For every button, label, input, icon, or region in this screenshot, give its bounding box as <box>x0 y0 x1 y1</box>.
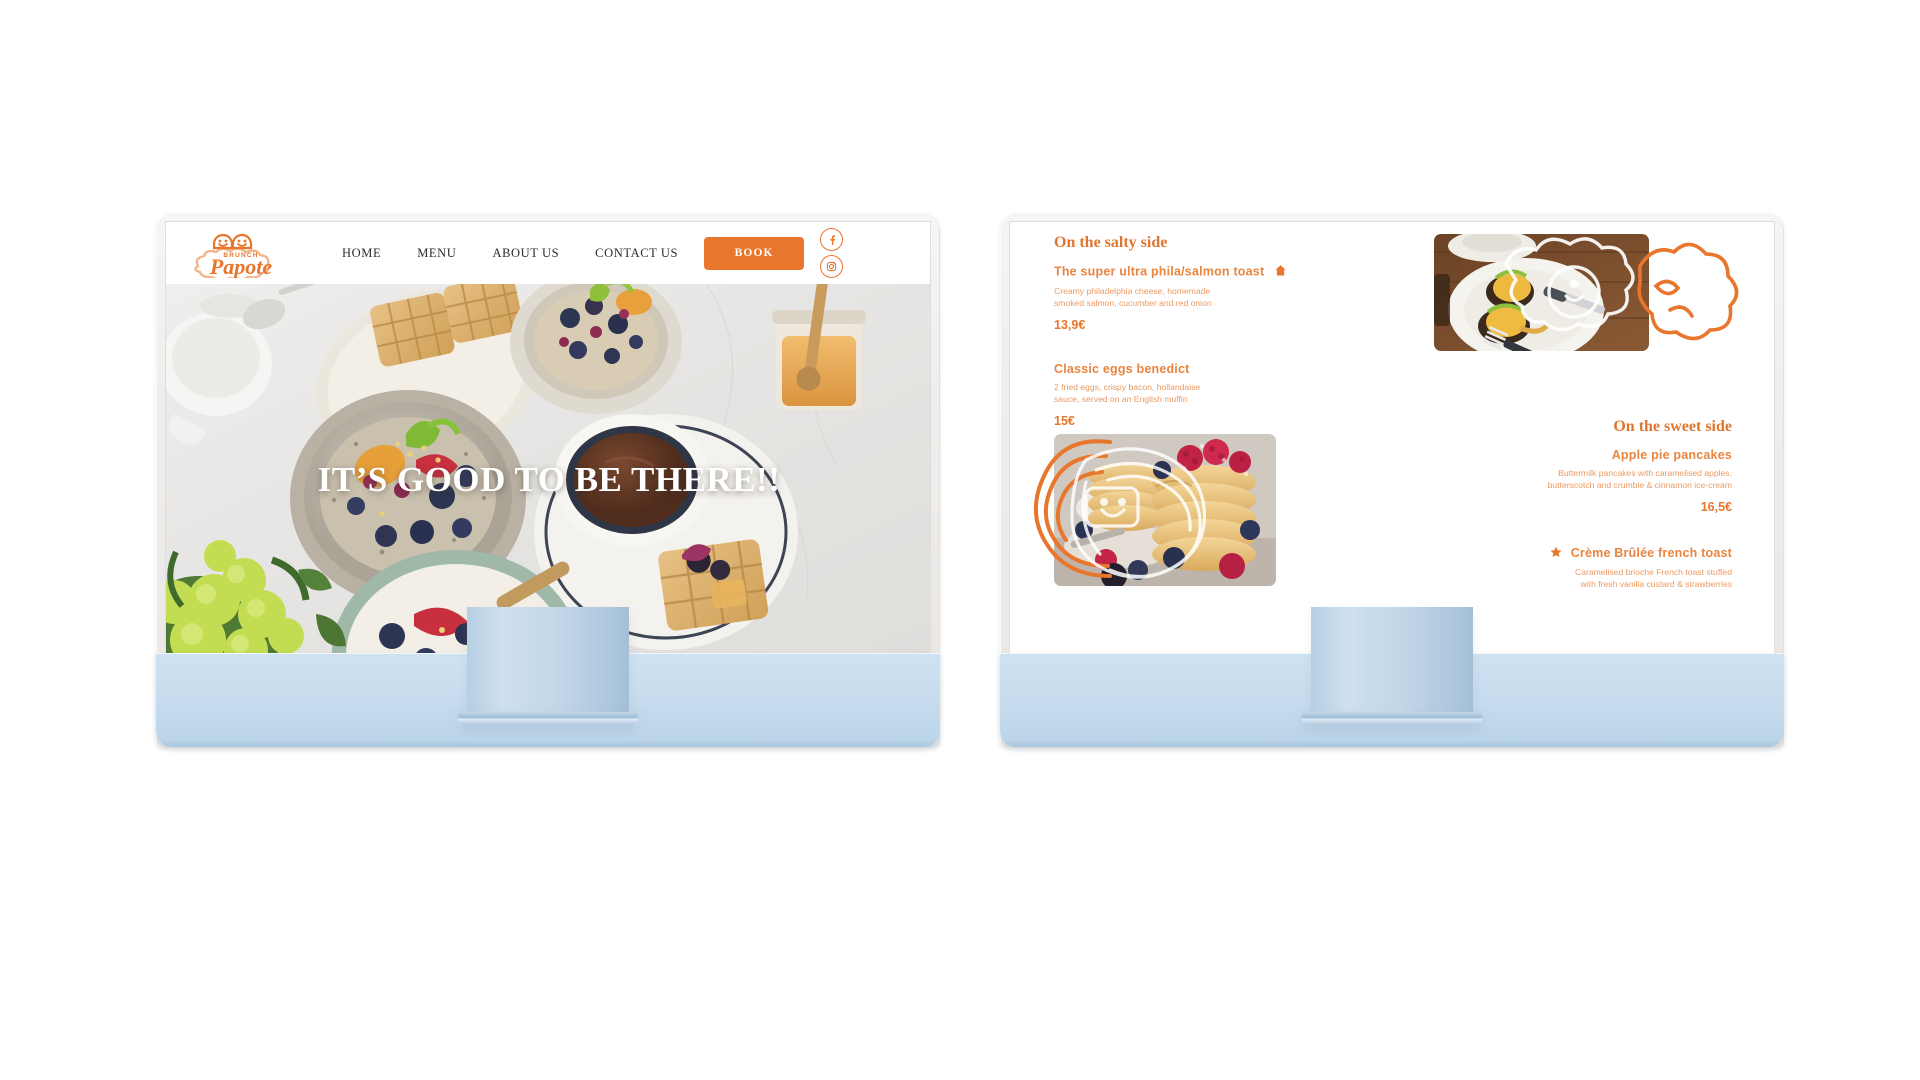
menu-item-description: Buttermilk pancakes with caramelised app… <box>1372 467 1732 491</box>
menu-item-price: 15€ <box>1054 414 1075 429</box>
monitor-stand-neck-right <box>1311 607 1473 719</box>
section-heading-sweet: On the sweet side <box>1613 418 1732 435</box>
imac-right: On the salty side The super ultra phila/… <box>1000 212 1784 747</box>
menu-item-description: Caramelised brioche French toast stuffed… <box>1372 566 1732 590</box>
screen-right: On the salty side The super ultra phila/… <box>1009 221 1775 653</box>
menu-item-title: Crème Brûlée french toast <box>1570 546 1732 560</box>
instagram-icon[interactable] <box>820 255 844 278</box>
menu-item-desc-line-1: 2 fried eggs, crispy bacon, hollandaise <box>1054 382 1201 392</box>
screen-left: BRUNCH Papote HOME MENU ABOUT US CONTACT… <box>165 221 931 653</box>
menu-item-desc-line-2: with fresh vanilla custard & strawberrie… <box>1580 579 1732 590</box>
logo-name-text: Papote <box>209 254 273 278</box>
menu-item-desc-line-1: Caramelised brioche French toast stuffed <box>1575 567 1732 577</box>
facebook-icon[interactable] <box>820 228 844 251</box>
menu-item-name: Crème Brûlée french toast <box>1372 546 1732 561</box>
menu-item-price: 16,5€ <box>1700 500 1732 515</box>
menu-item-desc-line-2: smoked salmon, cucumber and red onion <box>1054 298 1212 309</box>
monitor-stand-foot-left <box>458 712 638 724</box>
menu-item-desc-line-1: Buttermilk pancakes with caramelised app… <box>1558 468 1732 478</box>
imac-left: BRUNCH Papote HOME MENU ABOUT US CONTACT… <box>156 212 940 747</box>
section-heading-salty: On the salty side <box>1054 234 1168 251</box>
nav-links: HOME MENU ABOUT US CONTACT US <box>342 246 678 261</box>
menu-item-name: Apple pie pancakes <box>1611 448 1732 462</box>
menu-page: On the salty side The super ultra phila/… <box>1010 222 1774 653</box>
nav-link-menu[interactable]: MENU <box>417 246 456 261</box>
house-icon <box>1274 264 1287 280</box>
menu-item-creme-brulee-french-toast[interactable]: Crème Brûlée french toast Caramelised br… <box>1372 546 1732 590</box>
book-button[interactable]: BOOK <box>704 236 805 270</box>
logo[interactable]: BRUNCH Papote <box>184 228 298 281</box>
menu-item-salmon-toast[interactable]: The super ultra phila/salmon toast Cream… <box>1054 264 1384 332</box>
menu-item-eggs-benedict[interactable]: Classic eggs benedict 2 fried eggs, cris… <box>1054 362 1384 428</box>
monitor-stand-neck-left <box>467 607 629 719</box>
menu-item-title: The super ultra phila/salmon toast <box>1054 264 1265 279</box>
nav-link-home[interactable]: HOME <box>342 246 381 261</box>
menu-photo-eggs-benedict <box>1434 234 1649 351</box>
nav-link-about-us[interactable]: ABOUT US <box>492 246 559 261</box>
menu-item-description: Creamy philadelphia cheese, homemade smo… <box>1054 285 1384 309</box>
hero-title: IT’S GOOD TO BE THERE!! <box>317 460 781 499</box>
menu-item-desc-line-2: butterscotch and crumble & cinnamon ice-… <box>1547 480 1732 491</box>
monitor-stand-foot-right <box>1302 712 1482 724</box>
site-navbar: BRUNCH Papote HOME MENU ABOUT US CONTACT… <box>166 222 930 284</box>
menu-item-desc-line-1: Creamy philadelphia cheese, homemade <box>1054 286 1211 296</box>
menu-item-name: Classic eggs benedict <box>1054 362 1190 376</box>
scene: BRUNCH Papote HOME MENU ABOUT US CONTACT… <box>0 0 1920 1080</box>
menu-item-apple-pie-pancakes[interactable]: Apple pie pancakes Buttermilk pancakes w… <box>1372 448 1732 514</box>
star-icon <box>1550 546 1562 561</box>
menu-item-price: 13,9€ <box>1054 318 1086 333</box>
social-links <box>820 228 844 278</box>
menu-item-name: The super ultra phila/salmon toast <box>1054 264 1384 280</box>
nav-link-contact-us[interactable]: CONTACT US <box>595 246 678 261</box>
menu-item-description: 2 fried eggs, crispy bacon, hollandaise … <box>1054 381 1384 405</box>
menu-photo-pancakes <box>1054 434 1276 586</box>
menu-item-desc-line-2: sauce, served on an English muffin <box>1054 394 1188 405</box>
orange-scribble-decoration <box>1634 240 1764 365</box>
hero-section: IT’S GOOD TO BE THERE!! <box>166 284 930 653</box>
